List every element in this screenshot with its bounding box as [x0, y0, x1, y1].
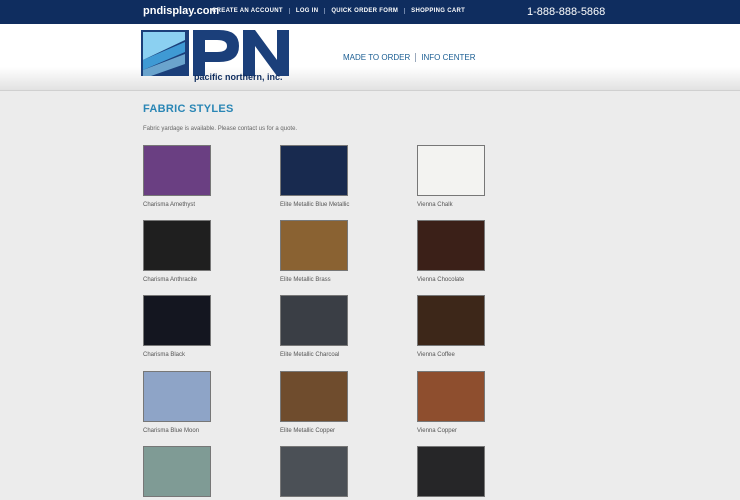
fabric-swatch[interactable]: [417, 371, 485, 422]
fabric-swatch[interactable]: [280, 145, 348, 196]
header: pacific northern, inc. MADE TO ORDER INF…: [0, 24, 740, 91]
fabric-swatch[interactable]: [143, 145, 211, 196]
nav-made-to-order[interactable]: MADE TO ORDER: [343, 53, 415, 62]
fabric-swatch-label[interactable]: Vienna Chocolate: [417, 277, 464, 283]
fabric-note: Fabric yardage is available. Please cont…: [143, 126, 298, 132]
fabric-swatch[interactable]: [143, 446, 211, 497]
fabric-swatch[interactable]: [280, 371, 348, 422]
top-bar: pndisplay.com CREATE AN ACCOUNT LOG IN Q…: [0, 0, 740, 24]
fabric-swatch[interactable]: [417, 220, 485, 271]
fabric-swatch-label[interactable]: Elite Metallic Copper: [280, 428, 335, 434]
create-account-link[interactable]: CREATE AN ACCOUNT: [212, 8, 289, 14]
phone-number: 1-888-888-5868: [527, 6, 606, 18]
fabric-swatch-label[interactable]: Elite Metallic Blue Metallic: [280, 202, 349, 208]
fabric-swatch-label[interactable]: Vienna Coffee: [417, 352, 455, 358]
fabric-swatch[interactable]: [143, 371, 211, 422]
fabric-swatch-label[interactable]: Charisma Anthracite: [143, 277, 197, 283]
fabric-swatch[interactable]: [417, 295, 485, 346]
main-nav: MADE TO ORDER INFO CENTER: [343, 53, 481, 62]
fabric-swatch[interactable]: [143, 295, 211, 346]
fabric-swatch-label[interactable]: Charisma Blue Moon: [143, 428, 199, 434]
fabric-swatch[interactable]: [280, 220, 348, 271]
fabric-swatch-label[interactable]: Charisma Amethyst: [143, 202, 195, 208]
page-title: FABRIC STYLES: [143, 103, 234, 115]
site-link[interactable]: pndisplay.com: [143, 5, 219, 17]
fabric-swatch-label[interactable]: Elite Metallic Brass: [280, 277, 331, 283]
nav-info-center[interactable]: INFO CENTER: [415, 53, 480, 62]
account-links: CREATE AN ACCOUNT LOG IN QUICK ORDER FOR…: [212, 8, 471, 14]
fabric-swatch-label[interactable]: Charisma Black: [143, 352, 185, 358]
logo-subtitle: pacific northern, inc.: [194, 72, 283, 82]
fabric-swatch[interactable]: [417, 145, 485, 196]
fabric-swatch-label[interactable]: Vienna Chalk: [417, 202, 453, 208]
fabric-swatch-label[interactable]: Elite Metallic Charcoal: [280, 352, 339, 358]
fabric-swatch[interactable]: [143, 220, 211, 271]
quick-order-form-link[interactable]: QUICK ORDER FORM: [324, 8, 404, 14]
login-link[interactable]: LOG IN: [288, 8, 324, 14]
fabric-swatch[interactable]: [280, 295, 348, 346]
fabric-swatch[interactable]: [280, 446, 348, 497]
fabric-swatch-label[interactable]: Vienna Copper: [417, 428, 457, 434]
fabric-swatch[interactable]: [417, 446, 485, 497]
shopping-cart-link[interactable]: SHOPPING CART: [404, 8, 471, 14]
